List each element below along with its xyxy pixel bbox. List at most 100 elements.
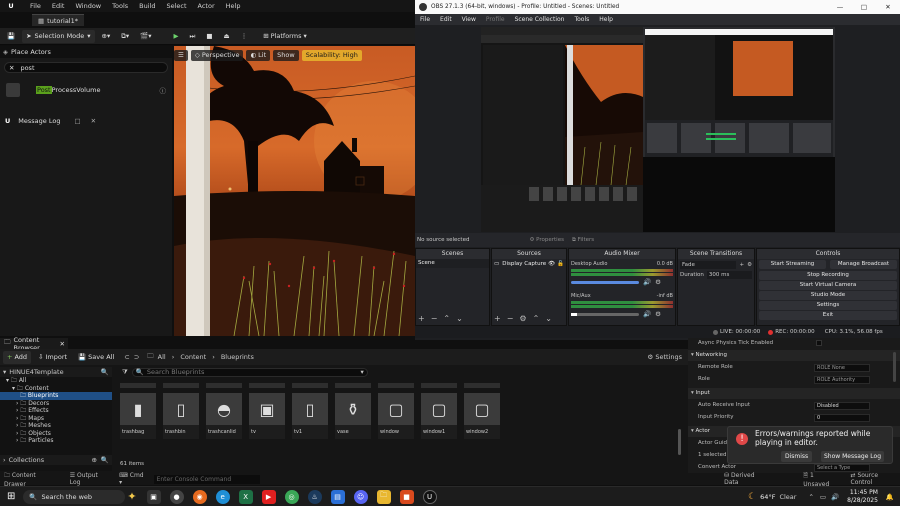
remove-icon[interactable]: −	[431, 314, 438, 323]
menu-window[interactable]: Window	[75, 2, 101, 10]
content-browser-tab[interactable]: 🗀 Content Browser ✕	[0, 336, 68, 352]
start-virtual-camera-button[interactable]: Start Virtual Camera	[759, 281, 897, 290]
stop-icon[interactable]: ■	[202, 30, 216, 43]
asset-tile[interactable]: ▣ tv	[249, 393, 285, 439]
windows-start-icon[interactable]: ⊞	[7, 491, 15, 502]
tree-item-objects[interactable]: › 🗀 Objects	[0, 430, 112, 438]
actor-result-post-process-volume[interactable]: Post ProcessVolume ⓘ	[6, 82, 166, 98]
add-icon[interactable]: +	[739, 262, 744, 268]
taskbar-search[interactable]: 🔍 Search the web	[23, 489, 126, 504]
maximize-icon[interactable]: □	[852, 3, 876, 11]
play-icon[interactable]: ▶	[170, 30, 183, 43]
close-icon[interactable]: ✕	[876, 3, 900, 11]
store-icon[interactable]: ▤	[330, 489, 345, 504]
scalability-warning[interactable]: Scalability: High	[301, 49, 362, 61]
derived-data-button[interactable]: ⛁ Derived Data	[724, 472, 769, 486]
clear-search-icon[interactable]: ✕	[9, 64, 14, 72]
scrollbar[interactable]	[893, 352, 896, 382]
asset-tile[interactable]: ▢ window	[378, 393, 414, 439]
properties-button[interactable]: ⚙ Properties	[529, 237, 563, 243]
edge-icon[interactable]: e	[215, 489, 230, 504]
asset-tile[interactable]: ▮ trashbag	[120, 393, 156, 439]
help-icon[interactable]: ⓘ	[160, 85, 167, 95]
viewport-options-button[interactable]: ☰	[174, 49, 188, 61]
level-viewport[interactable]: ☰ ◇ Perspective ◐ Lit Show Scalability: …	[174, 46, 415, 336]
save-icon[interactable]: 💾	[3, 30, 19, 43]
perspective-button[interactable]: ◇ Perspective	[190, 49, 244, 61]
volume-slider[interactable]	[571, 312, 639, 316]
breadcrumb-blueprints[interactable]: Blueprints	[221, 353, 254, 361]
tree-item-content[interactable]: ▾ 🗀 Content	[0, 385, 112, 393]
show-message-log-button[interactable]: Show Message Log	[821, 451, 885, 462]
selection-mode-button[interactable]: ➤ Selection Mode ▾	[22, 29, 95, 43]
transition-select[interactable]: Fade	[680, 261, 737, 269]
platforms-button[interactable]: ⊞ Platforms ▾	[259, 30, 311, 43]
menu-select[interactable]: Select	[166, 2, 186, 10]
source-item[interactable]: ▭ Display Capture 👁 🔓	[492, 259, 566, 268]
asset-tile[interactable]: ▢ window2	[464, 393, 500, 439]
obs-menu-profile[interactable]: Profile	[486, 16, 505, 23]
weather-temp[interactable]: 64°F	[760, 493, 775, 501]
start-streaming-button[interactable]: Start Streaming	[759, 260, 826, 269]
maximize-icon[interactable]: □	[74, 117, 80, 125]
tree-item-meshes[interactable]: › 🗀 Meshes	[0, 422, 112, 430]
scene-item[interactable]: Scene	[416, 259, 489, 268]
tree-item-decors[interactable]: › 🗀 Decors	[0, 400, 112, 408]
excel-icon[interactable]: X	[238, 489, 253, 504]
section-networking[interactable]: ▾ Networking	[688, 350, 900, 361]
lock-icon[interactable]: 🔓	[557, 261, 564, 267]
menu-help[interactable]: Help	[226, 2, 241, 10]
chrome-icon[interactable]: ◎	[284, 489, 299, 504]
dismiss-button[interactable]: Dismiss	[781, 451, 813, 462]
message-log-tab[interactable]: U Message Log □ ✕	[0, 114, 110, 128]
manage-broadcast-button[interactable]: Manage Broadcast	[830, 260, 897, 269]
obs-menu-tools[interactable]: Tools	[574, 16, 589, 23]
breadcrumb-all[interactable]: All	[158, 353, 166, 361]
console-input[interactable]: Enter Console Command	[153, 474, 261, 484]
input-priority-field[interactable]: 0	[814, 413, 870, 422]
tray-chevron-icon[interactable]: ⌃	[808, 493, 813, 501]
obs-menu-scene-collection[interactable]: Scene Collection	[515, 16, 565, 23]
step-icon[interactable]: ⏭	[186, 30, 200, 43]
auto-receive-input-select[interactable]: Disabled	[814, 401, 870, 410]
collections-header[interactable]: › Collections ⊕ 🔍	[0, 455, 112, 465]
scrollbar[interactable]	[678, 429, 681, 455]
tree-item-all[interactable]: ▾ 🗀 All	[0, 377, 112, 385]
asset-tile[interactable]: ◓ trashcanlid	[206, 393, 242, 439]
add-content-icon[interactable]: ⊕▾	[98, 30, 115, 43]
search-icon[interactable]: 🔍	[101, 368, 109, 376]
remove-icon[interactable]: −	[507, 314, 514, 323]
settings-button[interactable]: ⚙ Settings	[647, 353, 682, 361]
search-input-value[interactable]: post	[20, 64, 34, 72]
notification-bell-icon[interactable]: 🔔	[886, 493, 894, 501]
source-settings-icon[interactable]: ⚙	[519, 314, 526, 323]
menu-file[interactable]: File	[30, 2, 41, 10]
obs-preview[interactable]	[481, 27, 835, 232]
lit-button[interactable]: ◐ Lit	[246, 49, 271, 61]
level-tab[interactable]: ▦ tutorial1*	[32, 14, 85, 26]
obs-menu-edit[interactable]: Edit	[440, 16, 452, 23]
more-options-icon[interactable]: ⋮	[237, 30, 252, 43]
clock[interactable]: 11:45 PM 8/28/2025	[847, 489, 878, 505]
cmd-button[interactable]: ⌨ Cmd ▾	[119, 472, 147, 486]
role-select[interactable]: ROLE Authority	[814, 375, 870, 384]
move-down-icon[interactable]: ⌄	[545, 314, 552, 323]
steam-icon[interactable]: ♨	[307, 489, 322, 504]
back-icon[interactable]: ⊂	[124, 353, 129, 361]
content-drawer-button[interactable]: 🗀 Content Drawer	[4, 471, 58, 488]
breadcrumb-content[interactable]: Content	[180, 353, 206, 361]
forward-icon[interactable]: ⊃	[134, 353, 139, 361]
firefox-icon[interactable]: ◉	[192, 489, 207, 504]
asset-tile[interactable]: ▢ window1	[421, 393, 457, 439]
section-input[interactable]: ▾ Input	[688, 388, 900, 399]
youtube-icon[interactable]: ▶	[261, 489, 276, 504]
obs-menu-help[interactable]: Help	[599, 16, 613, 23]
place-actors-tab[interactable]: ◈ Place Actors	[0, 46, 172, 58]
gear-icon[interactable]: ⚙	[655, 278, 661, 286]
asset-tile[interactable]: ▯ trashbin	[163, 393, 199, 439]
minimize-icon[interactable]: —	[828, 3, 852, 11]
speaker-icon[interactable]: 🔊	[643, 278, 651, 286]
add-button[interactable]: + Add	[3, 350, 32, 364]
unreal-taskbar-icon[interactable]: U	[422, 489, 437, 504]
tree-item-maps[interactable]: › 🗀 Maps	[0, 415, 112, 423]
